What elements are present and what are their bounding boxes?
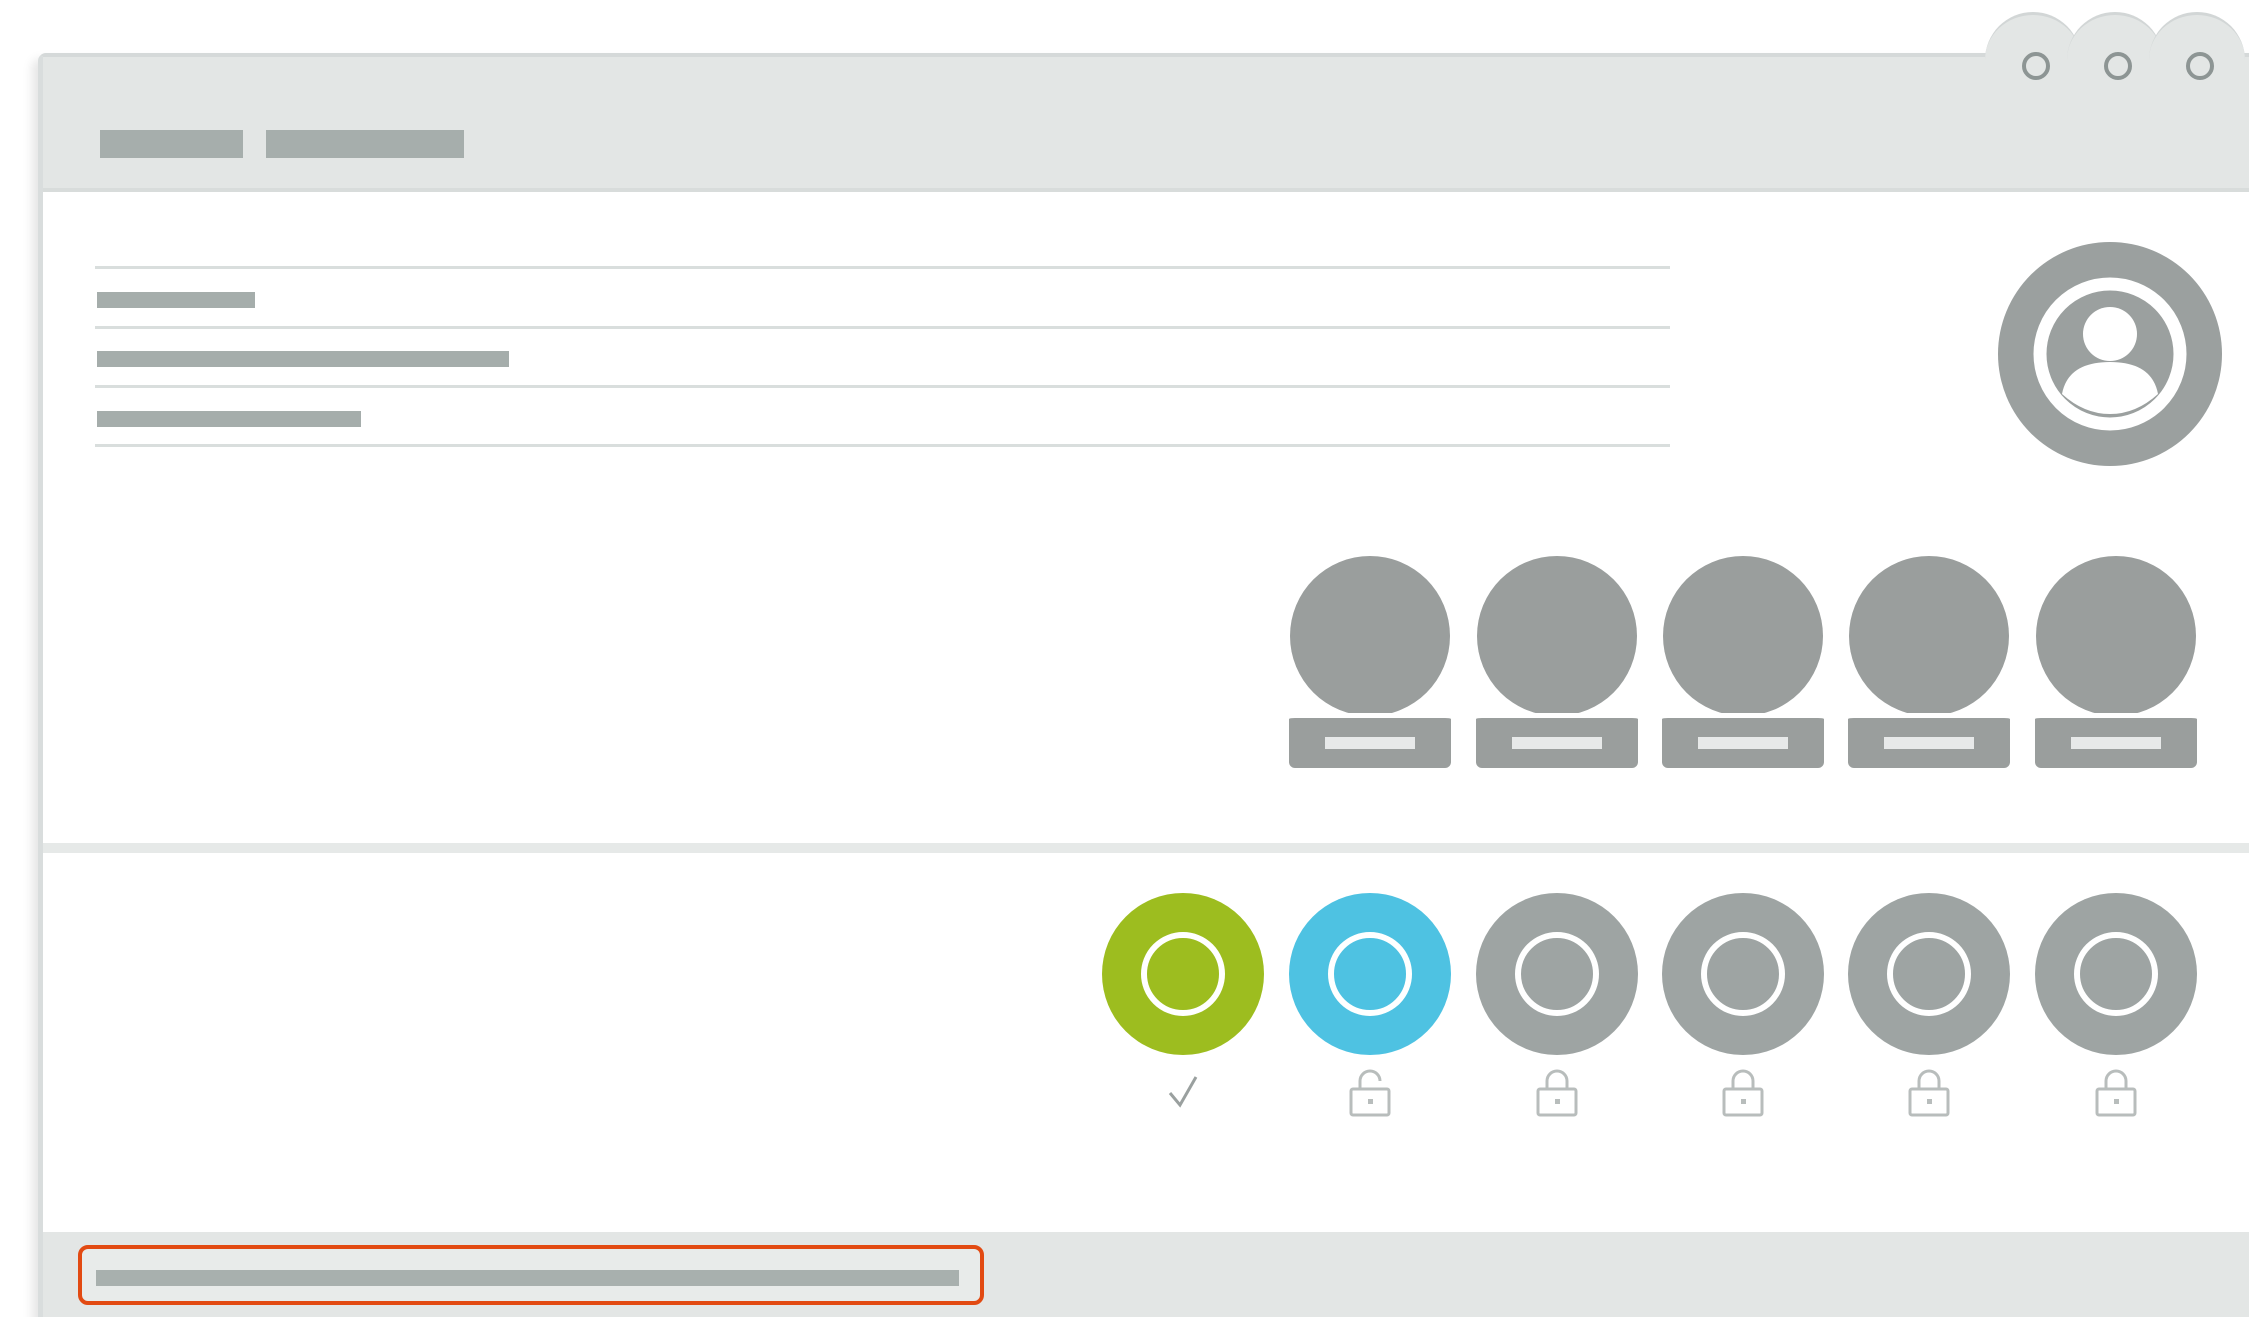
info-divider — [95, 385, 1670, 388]
lock-open-icon — [1349, 1069, 1391, 1117]
step-disc — [1476, 893, 1638, 1055]
member-nameplate — [1476, 713, 1638, 768]
person-placeholder-icon — [1290, 556, 1450, 716]
info-row-2 — [97, 351, 509, 367]
member-card[interactable] — [1476, 556, 1638, 768]
step-ring-icon — [1887, 932, 1971, 1016]
user-avatar[interactable] — [1998, 242, 2222, 466]
step-disc — [1848, 893, 2010, 1055]
close-button[interactable] — [2186, 52, 2214, 80]
person-placeholder-icon — [1477, 556, 1637, 716]
member-nameplate — [1289, 713, 1451, 768]
step-ring-icon — [2074, 932, 2158, 1016]
status-text-placeholder — [96, 1270, 959, 1286]
member-nameplate — [1848, 713, 2010, 768]
person-placeholder-icon — [2036, 556, 2196, 716]
info-divider — [95, 444, 1670, 447]
member-name — [1325, 737, 1415, 749]
person-placeholder-icon — [1849, 556, 2009, 716]
member-name — [1698, 737, 1788, 749]
titlebar-tab-1[interactable] — [100, 130, 243, 158]
member-nameplate — [1662, 713, 1824, 768]
section-divider — [43, 843, 2249, 853]
step-disc — [2035, 893, 2197, 1055]
minimize-button[interactable] — [2022, 52, 2050, 80]
step-ring-icon — [1701, 932, 1785, 1016]
lock-icon — [1722, 1069, 1764, 1117]
step-ring-icon — [1141, 932, 1225, 1016]
title-bar — [43, 57, 2249, 192]
step-ring-icon — [1328, 932, 1412, 1016]
user-avatar-icon — [2033, 277, 2187, 431]
step-disc — [1102, 893, 1264, 1055]
member-name — [2071, 737, 2161, 749]
step-4[interactable] — [1662, 893, 1824, 1123]
status-bar-highlighted-field[interactable] — [78, 1245, 984, 1305]
step-2[interactable] — [1289, 893, 1451, 1123]
member-card[interactable] — [1289, 556, 1451, 768]
info-row-1 — [97, 292, 255, 308]
info-divider — [95, 326, 1670, 329]
lock-icon — [1536, 1069, 1578, 1117]
maximize-button[interactable] — [2104, 52, 2132, 80]
step-ring-icon — [1515, 932, 1599, 1016]
person-placeholder-icon — [1663, 556, 1823, 716]
member-name — [1884, 737, 1974, 749]
member-nameplate — [2035, 713, 2197, 768]
lock-icon — [2095, 1069, 2137, 1117]
app-window-illustration — [0, 0, 2249, 1317]
step-6[interactable] — [2035, 893, 2197, 1123]
member-card[interactable] — [1848, 556, 2010, 768]
member-card[interactable] — [1662, 556, 1824, 768]
step-disc — [1289, 893, 1451, 1055]
titlebar-tab-2[interactable] — [266, 130, 464, 158]
info-divider — [95, 266, 1670, 269]
member-card[interactable] — [2035, 556, 2197, 768]
info-row-3 — [97, 411, 361, 427]
member-name — [1512, 737, 1602, 749]
step-1[interactable] — [1102, 893, 1264, 1123]
check-icon — [1168, 1076, 1198, 1108]
step-3[interactable] — [1476, 893, 1638, 1123]
step-disc — [1662, 893, 1824, 1055]
step-5[interactable] — [1848, 893, 2010, 1123]
lock-icon — [1908, 1069, 1950, 1117]
